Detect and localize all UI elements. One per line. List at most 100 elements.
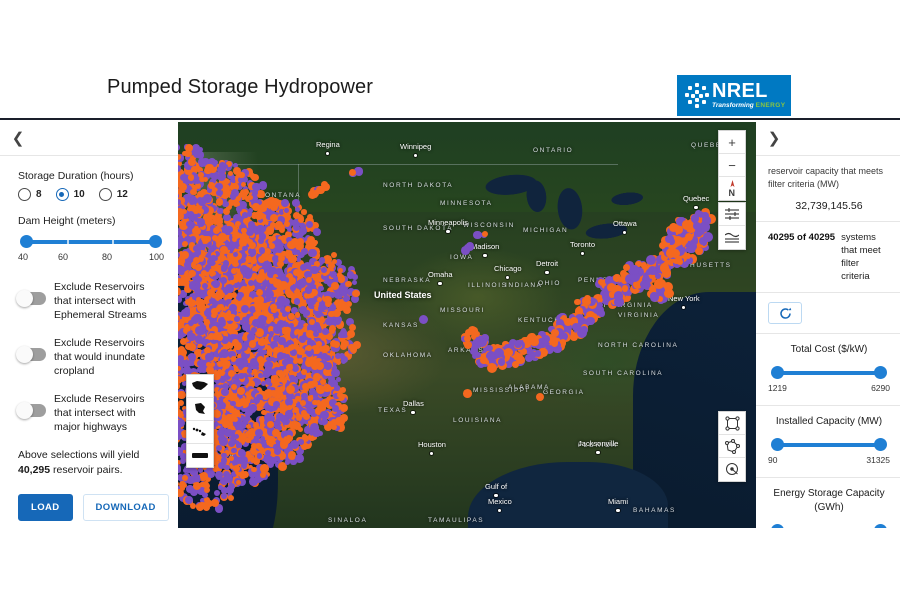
- map-marker-dot[interactable]: [205, 352, 214, 361]
- map-canvas[interactable]: NORTH DAKOTA SOUTH DAKOTA MINNESOTA WISCONS…: [178, 122, 756, 528]
- map-marker-dot[interactable]: [207, 470, 215, 478]
- map-marker-dot[interactable]: [224, 240, 230, 246]
- map-marker-dot[interactable]: [213, 454, 221, 462]
- total-cost-handle-max[interactable]: [874, 366, 887, 379]
- map-marker-dot[interactable]: [273, 401, 280, 409]
- dam-height-slider[interactable]: [20, 233, 162, 251]
- map-marker-dot[interactable]: [535, 392, 544, 401]
- map-marker-dot[interactable]: [339, 403, 348, 413]
- map-marker-dot[interactable]: [645, 268, 652, 276]
- map-marker-dot[interactable]: [201, 196, 207, 203]
- map-marker-dot[interactable]: [649, 292, 659, 302]
- map-marker-dot[interactable]: [629, 264, 640, 275]
- map-marker-dot[interactable]: [191, 165, 198, 172]
- map-marker-dot[interactable]: [185, 298, 192, 306]
- map-region-shortcuts[interactable]: [186, 374, 214, 468]
- installed-capacity-handle-min[interactable]: [771, 438, 784, 451]
- map-marker-dot[interactable]: [304, 286, 313, 294]
- map-marker-dot[interactable]: [668, 222, 678, 232]
- map-marker-dot[interactable]: [188, 199, 195, 205]
- map-selection-tools[interactable]: [718, 411, 746, 482]
- map-marker-dot[interactable]: [181, 250, 190, 259]
- map-marker-dot[interactable]: [222, 201, 229, 208]
- map-marker-dot[interactable]: [463, 389, 472, 398]
- map-marker-dot[interactable]: [247, 194, 253, 201]
- zoom-in-icon[interactable]: +: [719, 131, 745, 154]
- map-marker-dot[interactable]: [286, 404, 292, 410]
- map-marker-dot[interactable]: [270, 235, 276, 242]
- map-marker-dot[interactable]: [344, 280, 352, 288]
- map-marker-dot[interactable]: [236, 386, 245, 396]
- map-marker-dot[interactable]: [289, 375, 295, 381]
- map-marker-dot[interactable]: [260, 436, 266, 442]
- map-marker-dot[interactable]: [473, 230, 482, 240]
- map-marker-dot[interactable]: [268, 243, 275, 249]
- chevron-right-icon[interactable]: ❯: [766, 131, 782, 147]
- map-marker-dot[interactable]: [258, 338, 266, 346]
- map-marker-dot[interactable]: [700, 222, 711, 232]
- map-marker-dot[interactable]: [473, 331, 480, 338]
- map-marker-dot[interactable]: [659, 263, 670, 273]
- map-marker-dot[interactable]: [219, 349, 229, 358]
- energy-storage-slider[interactable]: [771, 522, 887, 528]
- map-marker-dot[interactable]: [330, 304, 337, 311]
- map-marker-dot[interactable]: [204, 486, 211, 493]
- map-marker-dot[interactable]: [224, 474, 233, 483]
- map-marker-dot[interactable]: [219, 291, 226, 298]
- map-marker-dot[interactable]: [234, 315, 240, 322]
- map-marker-dot[interactable]: [328, 310, 335, 317]
- map-marker-dot[interactable]: [569, 333, 578, 341]
- map-marker-dot[interactable]: [297, 272, 304, 279]
- conus-region-icon[interactable]: [187, 375, 213, 398]
- map-marker-dot[interactable]: [464, 335, 471, 342]
- map-marker-dot[interactable]: [334, 385, 340, 391]
- map-marker-dot[interactable]: [185, 220, 192, 227]
- map-marker-dot[interactable]: [310, 423, 319, 433]
- map-marker-dot[interactable]: [305, 344, 312, 351]
- map-marker-dot[interactable]: [197, 146, 204, 152]
- compass-north-icon[interactable]: N: [719, 177, 745, 200]
- map-marker-dot[interactable]: [348, 323, 356, 331]
- map-marker-dot[interactable]: [226, 414, 232, 420]
- map-marker-dot[interactable]: [180, 174, 188, 182]
- map-marker-dot[interactable]: [321, 328, 329, 336]
- map-marker-dot[interactable]: [249, 404, 257, 412]
- map-marker-dot[interactable]: [235, 206, 242, 212]
- map-marker-dot[interactable]: [241, 245, 248, 252]
- map-marker-dot[interactable]: [250, 466, 257, 473]
- map-marker-dot[interactable]: [291, 248, 298, 255]
- map-marker-dot[interactable]: [234, 342, 243, 351]
- map-marker-dot[interactable]: [256, 453, 263, 459]
- map-marker-dot[interactable]: [227, 369, 235, 377]
- map-marker-dot[interactable]: [255, 428, 263, 437]
- rectangle-select-icon[interactable]: [719, 412, 745, 435]
- refresh-icon[interactable]: [768, 302, 802, 324]
- map-marker-dot[interactable]: [316, 384, 325, 394]
- installed-capacity-handle-max[interactable]: [874, 438, 887, 451]
- installed-capacity-slider[interactable]: [771, 436, 887, 454]
- map-marker-dot[interactable]: [210, 361, 216, 367]
- map-marker-dot[interactable]: [286, 384, 296, 394]
- map-marker-dot[interactable]: [178, 365, 181, 371]
- toggle-switch-cropland[interactable]: [16, 346, 46, 363]
- map-marker-dot[interactable]: [285, 327, 291, 333]
- map-marker-dot[interactable]: [281, 250, 287, 257]
- map-marker-dot[interactable]: [331, 282, 339, 290]
- map-marker-dot[interactable]: [664, 288, 674, 299]
- download-button[interactable]: DOWNLOAD: [82, 494, 169, 521]
- total-cost-handle-min[interactable]: [771, 366, 784, 379]
- map-marker-dot[interactable]: [318, 257, 326, 264]
- map-marker-dot[interactable]: [248, 340, 256, 348]
- map-marker-dot[interactable]: [221, 492, 227, 499]
- map-marker-dot[interactable]: [178, 259, 182, 265]
- map-marker-dot[interactable]: [196, 303, 206, 313]
- map-marker-dot[interactable]: [225, 283, 235, 293]
- map-marker-dot[interactable]: [331, 368, 340, 378]
- map-marker-dot[interactable]: [692, 222, 701, 230]
- map-marker-dot[interactable]: [274, 221, 284, 230]
- toggle-exclude-highways[interactable]: Exclude Reservoirs that intersect with m…: [16, 392, 164, 434]
- map-marker-dot[interactable]: [325, 318, 332, 326]
- map-marker-dot[interactable]: [264, 449, 271, 456]
- map-marker-dot[interactable]: [349, 347, 356, 354]
- map-marker-dot[interactable]: [269, 202, 278, 211]
